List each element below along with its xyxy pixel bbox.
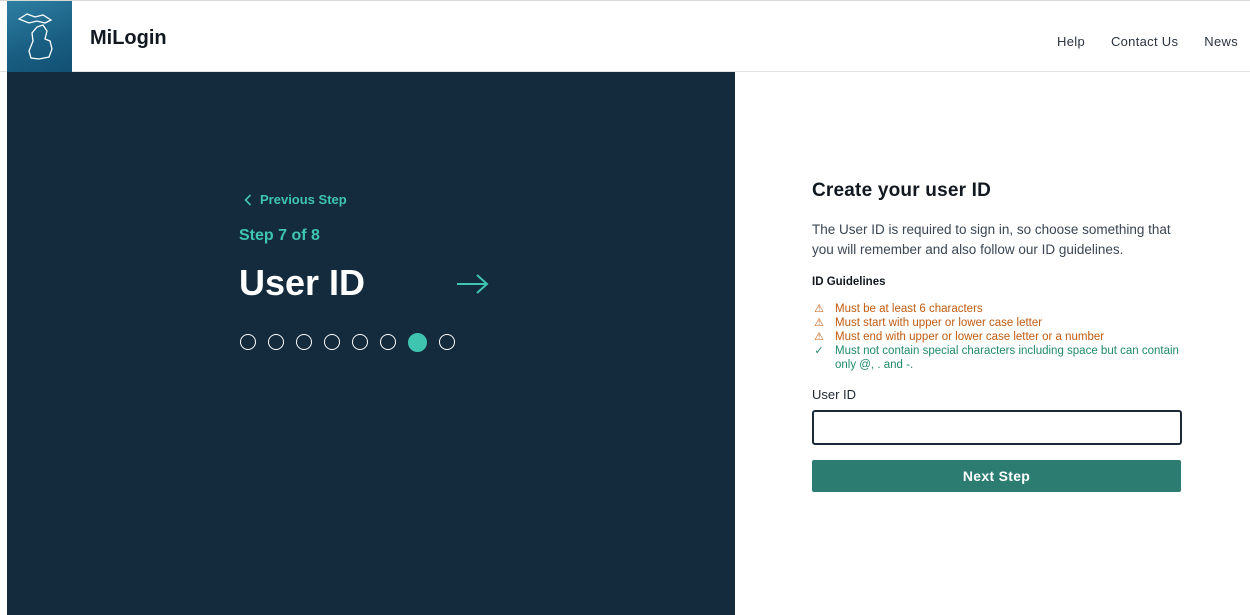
guideline-text: Must end with upper or lower case letter…	[835, 331, 1105, 343]
progress-dot	[268, 334, 284, 350]
nav-help-link[interactable]: Help	[1057, 34, 1085, 49]
form-heading: Create your user ID	[812, 180, 992, 201]
previous-step-label: Previous Step	[260, 192, 347, 207]
guideline-text: Must be at least 6 characters	[835, 303, 983, 315]
guideline-item: ⚠ Must be at least 6 characters	[812, 302, 1182, 316]
next-step-button[interactable]: Next Step	[812, 460, 1181, 492]
nav-contact-link[interactable]: Contact Us	[1111, 34, 1178, 49]
top-nav: Help Contact Us News	[1057, 34, 1238, 49]
guideline-item: ⚠ Must start with upper or lower case le…	[812, 316, 1182, 330]
arrow-right-icon[interactable]	[453, 273, 493, 295]
brand-title: MiLogin	[90, 27, 167, 49]
create-user-id-form: Create your user ID The User ID is requi…	[812, 180, 1182, 492]
guideline-item: ✓ Must not contain special characters in…	[812, 344, 1182, 372]
guideline-text: Must start with upper or lower case lett…	[835, 317, 1043, 329]
nav-news-link[interactable]: News	[1204, 34, 1238, 49]
user-id-input[interactable]	[812, 410, 1182, 445]
warning-icon: ⚠	[814, 331, 824, 343]
progress-dots	[240, 332, 455, 352]
checkmark-icon: ✓	[814, 345, 824, 357]
top-bar: MiLogin Help Contact Us News	[0, 0, 1250, 73]
previous-step-link[interactable]: Previous Step	[244, 192, 347, 207]
chevron-left-icon	[244, 193, 252, 206]
progress-dot	[439, 334, 455, 350]
guideline-item: ⚠ Must end with upper or lower case lett…	[812, 330, 1182, 344]
step-indicator: Step 7 of 8	[239, 227, 320, 244]
progress-dot	[296, 334, 312, 350]
warning-icon: ⚠	[814, 317, 824, 329]
step-title: User ID	[239, 262, 366, 303]
progress-dot	[240, 334, 256, 350]
warning-icon: ⚠	[814, 303, 824, 315]
user-id-label: User ID	[812, 387, 857, 402]
form-description: The User ID is required to sign in, so c…	[812, 222, 1171, 257]
guidelines-title: ID Guidelines	[812, 276, 886, 288]
michigan-map-icon	[17, 13, 53, 60]
michigan-logo[interactable]	[7, 1, 72, 73]
progress-dot	[324, 334, 340, 350]
guideline-text: Must not contain special characters incl…	[835, 345, 1179, 371]
progress-dot	[352, 334, 368, 350]
progress-dot	[380, 334, 396, 350]
progress-dot-current	[408, 332, 427, 352]
guidelines-list: ⚠ Must be at least 6 characters ⚠ Must s…	[812, 302, 1182, 372]
